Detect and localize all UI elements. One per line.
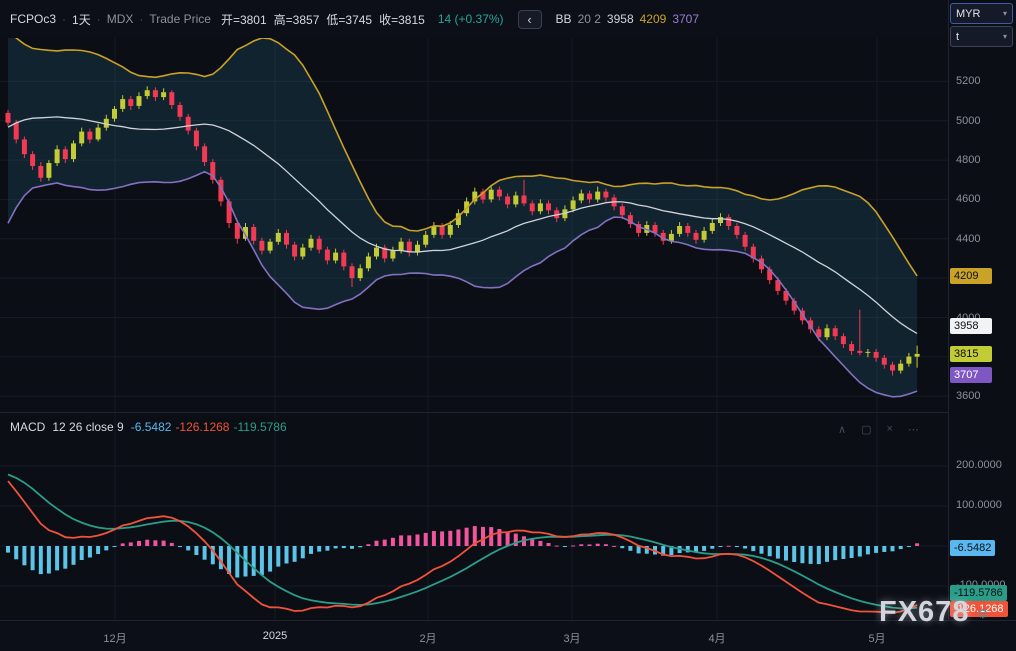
price-tick-label: 4800 <box>956 154 980 166</box>
bb-value: 3958 <box>607 12 634 26</box>
separator-dot: · <box>62 12 66 26</box>
ohlc-value: 高=3857 <box>274 13 320 27</box>
ohlc-value: 低=3745 <box>326 13 372 27</box>
price-tick-label: 5000 <box>956 115 980 127</box>
price-axis-column[interactable]: 520050004800460044004200400038003600200.… <box>948 0 1016 620</box>
collapse-legend-button[interactable]: ‹ <box>518 10 542 29</box>
ohlc-values: 开=3801 高=3857 低=3745 收=3815 <box>221 11 432 28</box>
more-options-icon[interactable]: ⋯ <box>908 423 919 436</box>
bb-upper-price-badge: 4209 <box>950 268 992 284</box>
time-axis-label: 3月 <box>563 630 580 646</box>
chevron-left-icon: ‹ <box>527 12 531 27</box>
time-axis-label: 4月 <box>708 630 725 646</box>
separator-dot: · <box>97 12 101 26</box>
macd-histogram-badge: -6.5482 <box>950 540 995 556</box>
price-chart-pane[interactable] <box>0 38 948 412</box>
macd-legend: MACD 12 26 close 9 -6.5482-126.1268 -119.… <box>10 420 291 434</box>
price-tick-label: 5200 <box>956 75 980 87</box>
macd-value: -126.1268 <box>175 420 229 434</box>
chevron-down-icon: ▾ <box>1003 9 1007 18</box>
macd-tick-label: 100.0000 <box>956 499 1002 511</box>
last-price-badge: 3815 <box>950 346 992 362</box>
chevron-down-icon: ▾ <box>1003 32 1007 41</box>
unit-value: t <box>956 31 959 43</box>
bb-indicator-params: 20 2 <box>578 12 601 26</box>
symbol-name[interactable]: FCPOc3 <box>10 12 56 26</box>
price-tick-label: 4600 <box>956 193 980 205</box>
time-axis[interactable]: 12月 2025 2月 3月 4月 5月 <box>0 620 1016 651</box>
macd-signal-line[interactable] <box>8 475 917 609</box>
settings-gear-icon[interactable]: ⚙ <box>977 606 989 622</box>
bb-indicator-values: 3958 4209 3707 <box>607 12 705 26</box>
unit-select[interactable]: t ▾ <box>950 26 1013 47</box>
close-pane-icon[interactable]: × <box>886 423 892 436</box>
macd-line[interactable] <box>8 481 917 613</box>
ohlc-value: 收=3815 <box>379 13 425 27</box>
price-chart-svg[interactable] <box>0 38 948 412</box>
series-type-label: Trade Price <box>149 12 211 26</box>
currency-select[interactable]: MYR ▾ <box>950 3 1013 24</box>
macd-value: -119.5786 <box>233 420 286 434</box>
macd-pane[interactable]: MACD 12 26 close 9 -6.5482-126.1268 -119.… <box>0 412 948 620</box>
macd-chart-svg[interactable] <box>0 413 948 621</box>
macd-title[interactable]: MACD <box>10 420 45 434</box>
price-tick-label: 3600 <box>956 390 980 402</box>
time-axis-label: 12月 <box>103 630 126 646</box>
macd-values: -6.5482-126.1268 -119.5786 <box>131 420 291 434</box>
interval-label[interactable]: 1天 <box>72 11 91 28</box>
bb-value: 4209 <box>640 12 667 26</box>
bb-basis-price-badge: 3958 <box>950 318 992 334</box>
price-tick-label: 4400 <box>956 233 980 245</box>
fx678-watermark: FX678 <box>879 596 969 629</box>
ohlc-value: 开=3801 <box>221 13 267 27</box>
change-label: 14 (+0.37%) <box>438 12 504 26</box>
currency-value: MYR <box>956 8 980 20</box>
macd-value: -6.5482 <box>131 420 172 434</box>
trading-chart-app: FCPOc3 · 1天 · MDX · Trade Price 开=3801 高=… <box>0 0 1016 651</box>
time-axis-label: 2月 <box>419 630 436 646</box>
collapse-pane-icon[interactable]: ∧ <box>838 423 846 436</box>
time-axis-label: 5月 <box>868 630 885 646</box>
bb-indicator-title[interactable]: BB <box>556 12 572 26</box>
bb-value: 3707 <box>672 12 699 26</box>
chart-toolbar: FCPOc3 · 1天 · MDX · Trade Price 开=3801 高=… <box>0 0 948 38</box>
time-axis-label: 2025 <box>263 630 287 642</box>
macd-tick-label: 200.0000 <box>956 459 1002 471</box>
separator-dot: · <box>139 12 143 26</box>
pane-controls: ∧ ▢ × ⋯ <box>838 423 919 436</box>
bb-fill <box>8 38 917 397</box>
exchange-label: MDX <box>107 12 134 26</box>
bb-lower-price-badge: 3707 <box>950 367 992 383</box>
macd-params: 12 26 close 9 <box>52 420 123 434</box>
maximize-pane-icon[interactable]: ▢ <box>861 423 871 436</box>
